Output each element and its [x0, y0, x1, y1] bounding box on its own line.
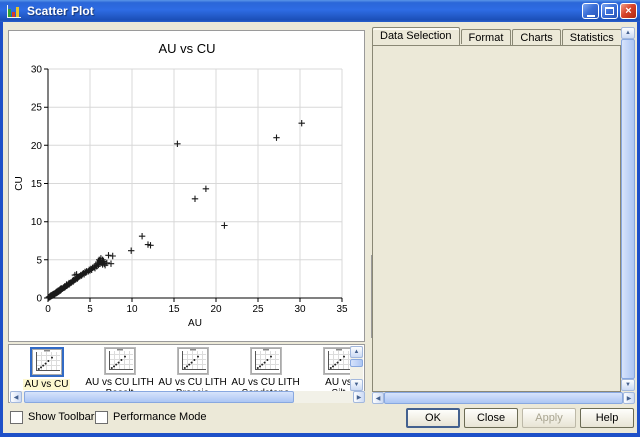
scroll-up-icon[interactable]: ▲ — [621, 27, 635, 39]
svg-text:20: 20 — [210, 304, 222, 315]
scroll-thumb[interactable] — [350, 359, 363, 367]
apply-button[interactable]: Apply — [522, 408, 576, 428]
svg-text:5: 5 — [87, 304, 93, 315]
svg-text:CU: CU — [14, 176, 25, 190]
scatter-plot-dialog: Scatter Plot × AU vs CU 0 5 10 15 20 25 30 35 0 5 1… — [0, 0, 640, 437]
thumbnail-label: AU vs CU LITH — [83, 377, 156, 388]
thumbnail-label: AU vs CU LITH — [156, 377, 229, 388]
show-toolbar-label: Show Toolbar — [28, 411, 94, 424]
scroll-thumb[interactable] — [384, 392, 623, 404]
maximize-button[interactable] — [601, 3, 618, 19]
scroll-down-icon[interactable]: ▼ — [350, 379, 363, 391]
scroll-up-icon[interactable]: ▲ — [350, 346, 363, 358]
scroll-right-icon[interactable]: ▶ — [353, 391, 365, 403]
mini-chart-icon — [177, 347, 209, 375]
chart-thumbnail-strip: AU vs CUAU vs CU LITHBasaltAU vs CU LITH… — [8, 344, 365, 403]
mini-chart-icon — [30, 347, 64, 377]
show-toolbar-checkbox[interactable] — [10, 411, 23, 424]
close-icon: × — [625, 5, 631, 17]
scroll-left-icon[interactable]: ◀ — [372, 392, 384, 404]
mini-chart-icon — [323, 347, 352, 375]
svg-text:5: 5 — [36, 255, 42, 266]
app-icon — [6, 4, 22, 19]
scroll-thumb[interactable] — [24, 391, 294, 403]
close-button[interactable]: Close — [464, 408, 518, 428]
tab-bar: Data SelectionFormatChartsStatistics — [372, 27, 623, 45]
scroll-down-icon[interactable]: ▼ — [621, 379, 635, 391]
svg-text:0: 0 — [36, 294, 42, 305]
svg-text:35: 35 — [336, 304, 348, 315]
titlebar[interactable]: Scatter Plot × — [0, 0, 640, 22]
performance-mode-label: Performance Mode — [113, 411, 207, 424]
maximize-icon — [605, 7, 614, 15]
tab-page-data-selection — [372, 45, 621, 392]
footer-buttons: OKCloseApplyHelp — [406, 408, 634, 428]
svg-text:25: 25 — [252, 304, 264, 315]
tab-format[interactable]: Format — [461, 29, 512, 45]
svg-text:10: 10 — [31, 217, 43, 228]
thumbnail-label: AU vs CU — [23, 379, 71, 390]
chart-thumbnail-au-vs-cu-lith-breccia[interactable]: AU vs CU LITHBreccia — [156, 345, 229, 391]
svg-text:20: 20 — [31, 141, 43, 152]
scatter-chart-panel: AU vs CU 0 5 10 15 20 25 30 35 0 5 10 15 20 25 30 AU CU — [8, 30, 365, 342]
mini-chart-icon — [250, 347, 282, 375]
scroll-right-icon[interactable]: ▶ — [623, 392, 635, 404]
thumbnail-label: AU vs CU LITH — [229, 377, 302, 388]
window-border — [0, 433, 640, 437]
thumbnail-vscrollbar[interactable]: ▲ ▼ — [350, 346, 363, 391]
thumbnail-hscrollbar[interactable]: ◀ ▶ — [10, 391, 365, 403]
svg-text:AU vs CU: AU vs CU — [158, 41, 215, 56]
panel-hscrollbar[interactable]: ◀ ▶ — [372, 392, 635, 404]
minimize-button[interactable] — [582, 3, 599, 19]
mini-chart-icon — [104, 347, 136, 375]
ok-button[interactable]: OK — [406, 408, 460, 428]
chart-thumbnail-au-vs-silt[interactable]: AU vsSilt — [302, 345, 351, 391]
chart-thumbnail-au-vs-cu-lith-sandstone[interactable]: AU vs CU LITHSandstone — [229, 345, 302, 391]
tab-charts[interactable]: Charts — [512, 29, 560, 45]
scroll-left-icon[interactable]: ◀ — [10, 391, 22, 403]
svg-text:15: 15 — [31, 179, 43, 190]
svg-text:30: 30 — [31, 65, 43, 76]
thumbnail-label: AU vs — [302, 377, 351, 388]
svg-text:25: 25 — [31, 103, 43, 114]
tab-data-selection[interactable]: Data Selection — [372, 27, 460, 45]
tab-statistics[interactable]: Statistics — [562, 29, 622, 45]
window-border — [0, 22, 3, 437]
svg-text:10: 10 — [126, 304, 138, 315]
performance-mode-checkbox[interactable] — [95, 411, 108, 424]
svg-text:0: 0 — [45, 304, 51, 315]
help-button[interactable]: Help — [580, 408, 634, 428]
svg-text:30: 30 — [294, 304, 306, 315]
svg-text:AU: AU — [188, 318, 202, 329]
panel-vscrollbar[interactable]: ▲ ▼ — [621, 27, 635, 391]
window-title: Scatter Plot — [27, 4, 94, 18]
chart-thumbnail-au-vs-cu[interactable]: AU vs CU — [10, 345, 83, 391]
scatter-chart: AU vs CU 0 5 10 15 20 25 30 35 0 5 10 15 20 25 30 AU CU — [9, 31, 364, 344]
close-button[interactable]: × — [620, 3, 637, 19]
minimize-icon — [587, 15, 595, 17]
chart-thumbnail-au-vs-cu-lith-basalt[interactable]: AU vs CU LITHBasalt — [83, 345, 156, 391]
scroll-thumb[interactable] — [621, 39, 635, 379]
svg-text:15: 15 — [168, 304, 180, 315]
